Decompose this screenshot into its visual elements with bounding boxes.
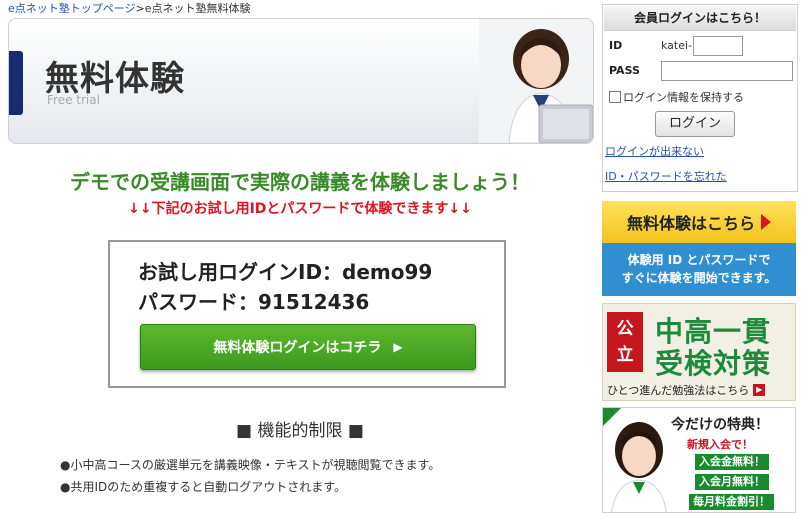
feature-limits-title: ■ 機能的制限 ■: [236, 421, 364, 441]
remember-login-row[interactable]: ログイン情報を保持する: [609, 89, 744, 105]
trial-credentials-box: お試し用ログインID：demo99 パスワード：91512436 無料体験ログイ…: [108, 240, 506, 388]
play-arrow-icon: [761, 214, 771, 230]
pass-label: PASS: [609, 64, 640, 77]
id-prefix: katei-: [661, 39, 693, 52]
trial-login-id: お試し用ログインID：demo99: [138, 260, 433, 284]
offer-free-month-tag: 入会月無料！: [695, 474, 769, 490]
free-trial-banner[interactable]: 無料体験はこちら 体験用 ID とパスワードで すぐに体験を開始できます。: [602, 201, 796, 296]
offer-new-member-tag: 新規入会で！: [687, 438, 753, 451]
id-input[interactable]: [693, 36, 743, 56]
public-badge: 公 立: [607, 312, 643, 372]
breadcrumb-separator: >: [135, 2, 145, 15]
feature-limits-list: 小中高コースの厳選単元を講義映像・テキストが視聴閲覧できます。 共用IDのため重…: [60, 454, 440, 498]
integrated-school-footer-text: ひとつ進んだ勉強法はこちら: [607, 384, 750, 397]
offer-free-entry-tag: 入会金無料！: [695, 454, 769, 470]
free-trial-banner-body: 体験用 ID とパスワードで すぐに体験を開始できます。: [602, 243, 796, 296]
free-trial-banner-line2: すぐに体験を開始できます。: [621, 271, 777, 285]
password-input[interactable]: [661, 61, 793, 81]
login-button[interactable]: ログイン: [655, 111, 735, 137]
free-trial-banner-line1: 体験用 ID とパスワードで: [627, 253, 771, 267]
page-subtitle: Free trial: [47, 93, 100, 107]
play-arrow-icon: ▶: [393, 340, 403, 354]
list-item: 小中高コースの厳選単元を講義映像・テキストが視聴閲覧できます。: [60, 454, 440, 476]
hero-student-image: [479, 19, 593, 143]
list-item: 共用IDのため重複すると自動ログアウトされます。: [60, 476, 440, 498]
id-label: ID: [609, 39, 623, 52]
special-offer-banner[interactable]: 今だけの特典！ 新規入会で！ 入会金無料！ 入会月無料！ 毎月料金割引！: [602, 407, 796, 513]
play-arrow-icon: ▶: [753, 384, 766, 396]
free-trial-login-button[interactable]: 無料体験ログインはコチラ ▶: [140, 324, 476, 370]
public-badge-top: 公: [616, 319, 634, 339]
free-trial-banner-header: 無料体験はこちら: [602, 201, 796, 243]
trial-password: パスワード：91512436: [138, 290, 370, 314]
breadcrumb: e点ネット塾トップページ>e点ネット塾無料体験: [8, 0, 251, 16]
hero-banner: 無料体験 Free trial: [8, 18, 594, 144]
breadcrumb-current: e点ネット塾無料体験: [144, 2, 251, 15]
offer-monthly-discount-tag: 毎月料金割引！: [689, 494, 774, 510]
remember-label: ログイン情報を保持する: [623, 91, 744, 104]
breadcrumb-home-link[interactable]: e点ネット塾トップページ: [8, 2, 136, 15]
demo-heading: デモでの受講画面で実際の講義を体験しましょう！: [70, 170, 530, 194]
hero-accent-bar: [9, 51, 23, 115]
student-girl-image: [611, 422, 667, 512]
integrated-school-line2: 受検対策: [655, 347, 772, 380]
remember-checkbox[interactable]: [609, 91, 621, 103]
free-trial-login-label: 無料体験ログインはコチラ: [213, 340, 382, 356]
public-badge-bottom: 立: [616, 345, 634, 365]
member-login-header: 会員ログインはこちら！: [604, 6, 796, 31]
integrated-school-footer: ひとつ進んだ勉強法はこちら ▶: [607, 382, 766, 398]
offer-title: 今だけの特典！: [671, 417, 769, 433]
cannot-login-link[interactable]: ログインが出来ない: [605, 143, 704, 159]
demo-subheading: ↓↓下記のお試し用IDとパスワードで体験できます↓↓: [128, 201, 472, 217]
member-login-panel: 会員ログインはこちら！ ID katei- PASS ログイン情報を保持する ロ…: [602, 4, 798, 192]
forgot-credentials-link[interactable]: ID・パスワードを忘れた: [605, 168, 727, 184]
free-trial-banner-title: 無料体験はこちら: [626, 214, 755, 233]
integrated-school-banner[interactable]: 公 立 中高一貫 受検対策 ひとつ進んだ勉強法はこちら ▶: [602, 303, 796, 401]
